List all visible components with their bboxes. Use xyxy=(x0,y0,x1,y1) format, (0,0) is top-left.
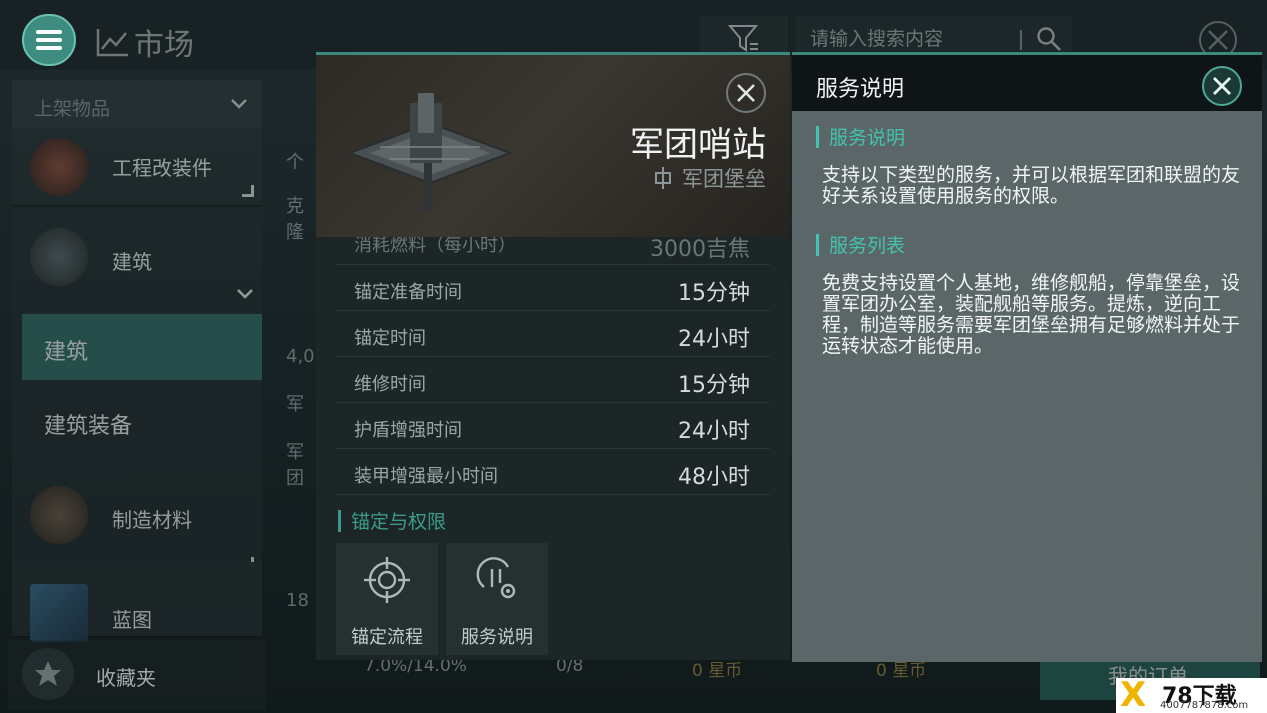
search-divider xyxy=(1020,30,1022,50)
sub-item-buildings[interactable]: 建筑 xyxy=(22,314,262,380)
material-thumbnail xyxy=(30,486,88,544)
item-type-label: 军团堡垒 xyxy=(682,167,766,191)
section-heading-label: 服务列表 xyxy=(829,235,906,257)
stat-value: 15分钟 xyxy=(678,373,750,398)
sub-item-label: 建筑 xyxy=(44,340,89,365)
sidebar-item-modules[interactable]: 工程改装件 xyxy=(12,128,262,206)
menu-button[interactable] xyxy=(22,14,76,66)
stat-key: 装甲增强最小时间 xyxy=(354,466,498,487)
service-gear-icon xyxy=(476,557,516,599)
table-row: 装甲增强最小时间 48小时 xyxy=(336,449,770,495)
stats-table: 消耗燃料（每小时） 3000吉焦 锚定准备时间 15分钟 锚定时间 24小时 维… xyxy=(336,237,770,495)
sidebar-item-label: 蓝图 xyxy=(112,608,152,632)
table-row: 消耗燃料（每小时） 3000吉焦 xyxy=(336,237,770,265)
service-info-button[interactable]: 服务说明 xyxy=(446,543,548,655)
stat-key: 锚定时间 xyxy=(354,328,426,349)
sidebar-item-label: 制造材料 xyxy=(112,508,192,532)
hamburger-icon xyxy=(36,30,62,50)
module-thumbnail xyxy=(30,138,88,196)
chevron-down-icon xyxy=(237,289,253,299)
sidebar-item-buildings[interactable]: 建筑 建筑 建筑装备 制造材料 xyxy=(12,208,262,578)
action-label: 锚定流程 xyxy=(351,627,423,648)
info-panel-title: 服务说明 xyxy=(816,77,905,102)
item-type: 军团堡垒 xyxy=(654,163,766,193)
sub-item-building-equipment[interactable]: 建筑装备 xyxy=(22,388,262,454)
favorites-label: 收藏夹 xyxy=(96,666,156,690)
chevron-down-icon xyxy=(231,99,247,109)
section-accent-bar xyxy=(816,125,819,148)
list-item: 18 xyxy=(286,590,309,611)
table-row: 锚定准备时间 15分钟 xyxy=(336,265,770,311)
stat-value: 15分钟 xyxy=(678,281,750,306)
sidebar-item-blueprints[interactable]: 蓝图 xyxy=(12,562,262,642)
sidebar-item-label: 建筑 xyxy=(112,250,152,274)
section-accent-bar xyxy=(338,509,341,532)
item-name: 军团哨站 xyxy=(630,125,766,165)
blueprint-thumbnail xyxy=(30,584,88,642)
close-icon xyxy=(737,84,755,102)
background-list: 个 克隆 4,0 军 军团 18 xyxy=(280,72,320,637)
star-icon xyxy=(22,648,74,700)
list-item: 军团 xyxy=(286,442,304,489)
search-icon[interactable] xyxy=(1036,26,1062,52)
stat-key: 锚定准备时间 xyxy=(354,282,462,303)
section-heading: 服务列表 xyxy=(816,231,905,258)
section-title: 锚定与权限 xyxy=(338,507,446,534)
category-sidebar: 上架物品 工程改装件 建筑 建筑 建筑装备 制造材料 蓝图 xyxy=(8,72,266,642)
filter-icon xyxy=(728,25,759,52)
structure-icon xyxy=(347,93,513,211)
stat-value: 3000吉焦 xyxy=(650,237,750,262)
action-label: 服务说明 xyxy=(461,627,533,648)
table-row: 维修时间 15分钟 xyxy=(336,357,770,403)
list-item: 军 xyxy=(286,394,304,415)
structure-type-icon xyxy=(655,167,671,189)
section-paragraph: 免费支持设置个人基地，维修舰船，停靠堡垒，设置军团办公室，装配舰船等服务。提炼，… xyxy=(822,272,1241,357)
stat-value: 48小时 xyxy=(678,465,750,490)
stat-value: 24小时 xyxy=(678,419,750,444)
table-row: 锚定时间 24小时 xyxy=(336,311,770,357)
category-dropdown[interactable]: 上架物品 xyxy=(12,80,262,128)
category-header-label: 上架物品 xyxy=(34,98,111,120)
section-accent-bar xyxy=(816,233,819,256)
market-title-label: 市场 xyxy=(134,28,194,63)
info-panel-header: 服务说明 xyxy=(792,55,1262,111)
watermark-logo: X 78下载 4007787878.com xyxy=(1116,678,1267,713)
stat-key: 消耗燃料（每小时） xyxy=(354,237,516,256)
trend-chart-icon xyxy=(96,29,128,57)
section-title-label: 锚定与权限 xyxy=(351,511,447,533)
sidebar-item-label: 工程改装件 xyxy=(112,156,212,180)
anchor-process-button[interactable]: 锚定流程 xyxy=(336,543,438,655)
section-heading-label: 服务说明 xyxy=(829,127,906,149)
close-icon xyxy=(1213,77,1231,95)
table-row: 护盾增强时间 24小时 xyxy=(336,403,770,449)
detail-close-button[interactable] xyxy=(726,73,766,113)
market-title: 市场 xyxy=(96,20,194,64)
info-close-button[interactable] xyxy=(1202,66,1242,106)
list-item: 个 xyxy=(286,152,304,173)
favorites-button[interactable]: 收藏夹 xyxy=(8,640,266,710)
item-detail-panel: 军团哨站 军团堡垒 消耗燃料（每小时） 3000吉焦 锚定准备时间 15分钟 锚… xyxy=(316,52,790,660)
crosshair-icon xyxy=(364,557,410,603)
list-item: 4,0 xyxy=(286,346,315,367)
watermark-url: 4007787878.com xyxy=(1160,700,1249,711)
list-item: 克隆 xyxy=(286,196,304,243)
sub-item-label: 建筑装备 xyxy=(44,414,133,439)
structure-thumbnail xyxy=(30,228,88,286)
expand-corner-icon xyxy=(242,185,254,197)
watermark-x: X xyxy=(1120,675,1147,713)
stat-value: 24小时 xyxy=(678,327,750,352)
stat-key: 护盾增强时间 xyxy=(354,420,462,441)
service-info-panel: 服务说明 服务说明 支持以下类型的服务，并可以根据军团和联盟的友好关系设置使用服… xyxy=(792,52,1262,662)
stat-key: 维修时间 xyxy=(354,374,426,395)
section-paragraph: 支持以下类型的服务，并可以根据军团和联盟的友好关系设置使用服务的权限。 xyxy=(822,164,1241,207)
section-heading: 服务说明 xyxy=(816,123,905,150)
search-input[interactable] xyxy=(810,26,1020,52)
